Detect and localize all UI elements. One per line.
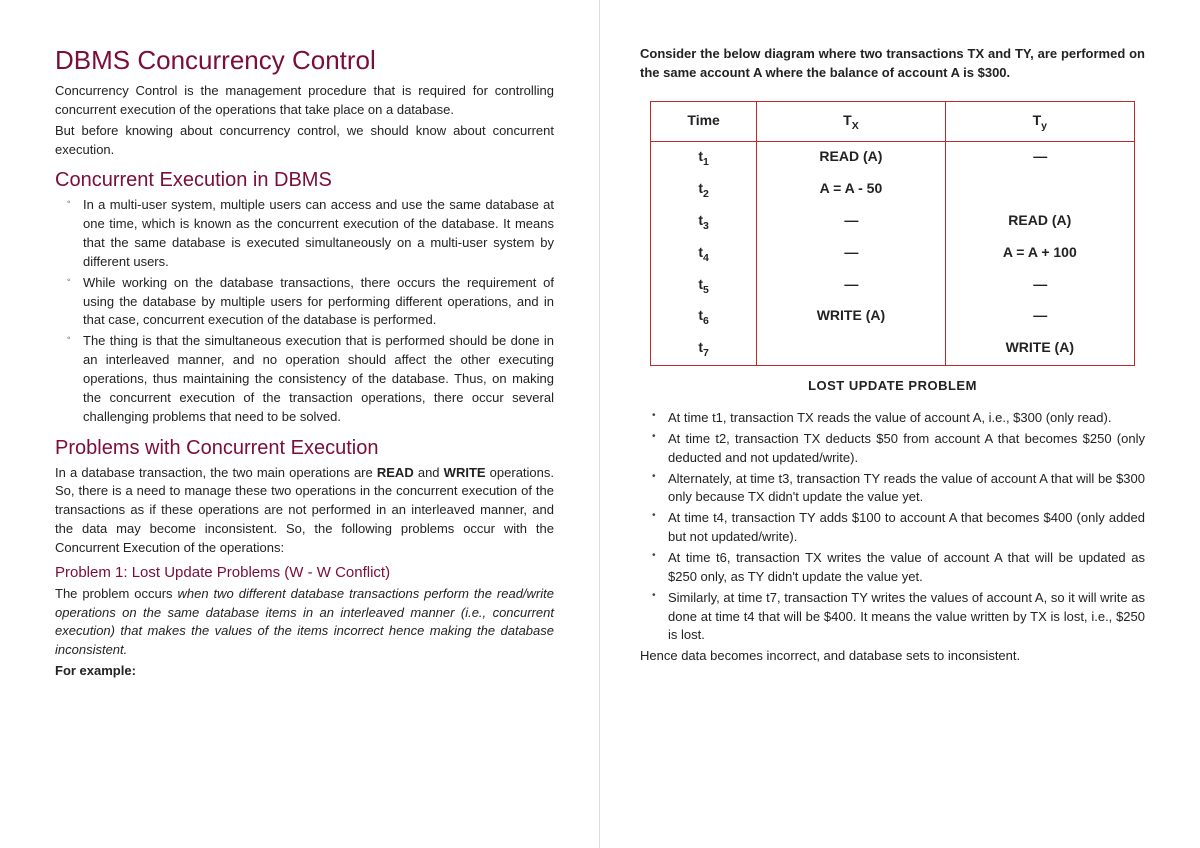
- list-item: While working on the database transactio…: [83, 274, 554, 331]
- table-row: t3—READ (A): [651, 206, 1134, 238]
- tx-cell: —: [757, 238, 945, 270]
- ty-cell: —: [946, 142, 1134, 174]
- list-item: At time t1, transaction TX reads the val…: [668, 409, 1145, 428]
- table-row: t5——: [651, 270, 1134, 302]
- tx-cell: WRITE (A): [757, 301, 945, 333]
- table-header-ty: Ty: [946, 102, 1134, 142]
- list-item: Alternately, at time t3, transaction TY …: [668, 470, 1145, 508]
- time-cell: t5: [651, 270, 757, 302]
- table-row: t2A = A - 50: [651, 174, 1134, 206]
- ty-cell: —: [946, 270, 1134, 302]
- time-cell: t6: [651, 301, 757, 333]
- table-row: t4—A = A + 100: [651, 238, 1134, 270]
- ty-cell: A = A + 100: [946, 238, 1134, 270]
- list-item: At time t2, transaction TX deducts $50 f…: [668, 430, 1145, 468]
- tx-cell: READ (A): [757, 142, 945, 174]
- ty-cell: READ (A): [946, 206, 1134, 238]
- conclusion: Hence data becomes incorrect, and databa…: [640, 647, 1145, 666]
- table-row: t1READ (A)—: [651, 142, 1134, 174]
- intro-paragraph-2: But before knowing about concurrency con…: [55, 122, 554, 160]
- lost-update-table: Time TX Ty t1READ (A)—t2A = A - 50t3—REA…: [650, 101, 1135, 366]
- tx-cell: [757, 333, 945, 365]
- page-title: DBMS Concurrency Control: [55, 45, 554, 76]
- intro-paragraph-1: Concurrency Control is the management pr…: [55, 82, 554, 120]
- table-row: t6WRITE (A)—: [651, 301, 1134, 333]
- ty-cell: WRITE (A): [946, 333, 1134, 365]
- tx-cell: A = A - 50: [757, 174, 945, 206]
- list-item: In a multi-user system, multiple users c…: [83, 196, 554, 271]
- time-cell: t4: [651, 238, 757, 270]
- list-item: Similarly, at time t7, transaction TY wr…: [668, 589, 1145, 646]
- heading-concurrent-execution: Concurrent Execution in DBMS: [55, 169, 554, 192]
- ty-cell: [946, 174, 1134, 206]
- problem-1-paragraph: The problem occurs when two different da…: [55, 585, 554, 660]
- left-column: DBMS Concurrency Control Concurrency Con…: [0, 0, 600, 848]
- table-header-time: Time: [651, 102, 757, 142]
- table-row: t7 WRITE (A): [651, 333, 1134, 365]
- heading-problems: Problems with Concurrent Execution: [55, 437, 554, 460]
- time-cell: t2: [651, 174, 757, 206]
- time-cell: t7: [651, 333, 757, 365]
- diagram-intro: Consider the below diagram where two tra…: [640, 45, 1145, 83]
- time-cell: t3: [651, 206, 757, 238]
- table-body: t1READ (A)—t2A = A - 50t3—READ (A)t4—A =…: [651, 142, 1134, 365]
- problems-paragraph: In a database transaction, the two main …: [55, 464, 554, 558]
- table-header-tx: TX: [757, 102, 945, 142]
- list-item: At time t4, transaction TY adds $100 to …: [668, 509, 1145, 547]
- tx-cell: —: [757, 206, 945, 238]
- tx-cell: —: [757, 270, 945, 302]
- explanation-list: At time t1, transaction TX reads the val…: [640, 409, 1145, 645]
- right-column: Consider the below diagram where two tra…: [600, 0, 1200, 848]
- list-item: The thing is that the simultaneous execu…: [83, 332, 554, 426]
- concurrent-execution-list: In a multi-user system, multiple users c…: [55, 196, 554, 426]
- for-example-label: For example:: [55, 662, 554, 681]
- table-caption: LOST UPDATE PROBLEM: [640, 378, 1145, 393]
- list-item: At time t6, transaction TX writes the va…: [668, 549, 1145, 587]
- table-header-row: Time TX Ty: [651, 102, 1134, 143]
- ty-cell: —: [946, 301, 1134, 333]
- time-cell: t1: [651, 142, 757, 174]
- heading-problem-1: Problem 1: Lost Update Problems (W - W C…: [55, 564, 554, 581]
